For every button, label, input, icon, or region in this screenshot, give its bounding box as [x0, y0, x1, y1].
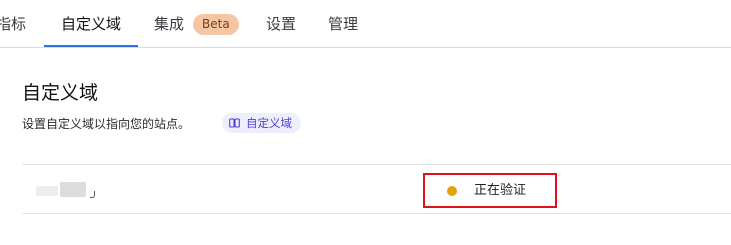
book-icon	[229, 118, 240, 128]
tab-bar: 指标 自定义域 集成 Beta 设置 管理	[0, 0, 731, 48]
tab-integrations[interactable]: 集成	[154, 13, 184, 35]
status-dot-icon	[447, 186, 457, 196]
section-description: 设置自定义域以指向您的站点。	[22, 117, 191, 131]
active-tab-indicator	[44, 45, 138, 47]
row-divider-top	[22, 164, 731, 165]
domain-name-redacted	[36, 182, 98, 198]
tab-custom-domains[interactable]: 自定义域	[61, 13, 121, 35]
tab-settings[interactable]: 设置	[266, 13, 296, 35]
domain-status-highlight: 正在验证	[423, 173, 557, 208]
docs-link-label: 自定义域	[246, 116, 292, 130]
tab-metrics[interactable]: 指标	[0, 13, 26, 35]
row-divider-bottom	[22, 213, 731, 214]
docs-link-chip[interactable]: 自定义域	[222, 113, 301, 133]
tab-admin[interactable]: 管理	[328, 13, 358, 35]
section-title: 自定义域	[22, 82, 99, 104]
beta-badge: Beta	[193, 14, 239, 35]
domain-status-text: 正在验证	[474, 183, 527, 198]
